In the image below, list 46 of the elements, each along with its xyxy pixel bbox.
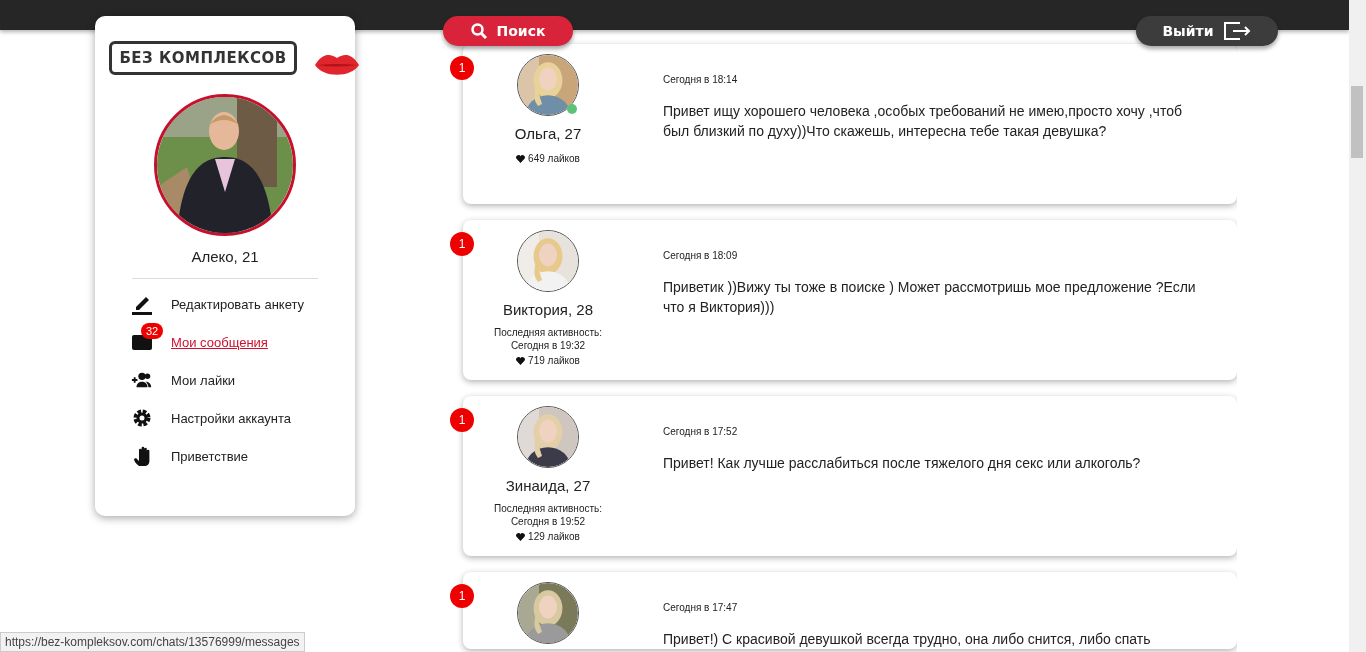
activity-time: Сегодня в 19:32 bbox=[510, 339, 586, 352]
unread-badge: 1 bbox=[450, 56, 474, 80]
settings-icon bbox=[132, 408, 152, 428]
search-button[interactable]: Поиск bbox=[443, 16, 573, 46]
heart-icon bbox=[516, 356, 526, 365]
scrollbar-thumb[interactable] bbox=[1351, 86, 1363, 158]
menu-item[interactable]: Приветствие bbox=[131, 437, 305, 475]
unread-badge: 1 bbox=[450, 408, 474, 432]
chat-card[interactable]: Зинаида, 27 Последняя активность: Сегодня в 19:52 129 лайков Сегодня в 17:52 Привет! Как лучше расслабиться после тяжелого дня секс или алкоголь? bbox=[463, 396, 1237, 556]
message-time: Сегодня в 17:52 bbox=[663, 426, 739, 437]
likes-count: 129 лайков bbox=[528, 530, 580, 543]
logout-button[interactable]: Выйти bbox=[1136, 16, 1278, 46]
menu-item[interactable]: Настройки аккаунта bbox=[131, 399, 305, 437]
message-time: Сегодня в 18:09 bbox=[663, 250, 739, 261]
menu-item[interactable]: Мои лайки bbox=[131, 361, 305, 399]
message-time: Сегодня в 18:14 bbox=[663, 74, 739, 85]
unread-badge: 1 bbox=[450, 584, 474, 608]
logo[interactable]: БЕЗ КОМПЛЕКСОВ bbox=[109, 41, 297, 75]
status-url: https://bez-kompleksov.com/chats/13576999/messages bbox=[0, 632, 305, 652]
menu-item[interactable]: 32 Мои сообщения bbox=[131, 323, 305, 361]
message-text: Привет! Как лучше расслабиться после тяжелого дня секс или алкоголь? bbox=[663, 454, 1142, 473]
hand-icon bbox=[132, 445, 152, 467]
heart-icon bbox=[516, 154, 526, 163]
message-text: Приветик ))Вижу ты тоже в поиске ) Может рассмотришь мое предложение ?Если что я Виктория))) bbox=[663, 278, 1197, 317]
scrollbar[interactable] bbox=[1349, 0, 1366, 652]
profile-name: Алеко, 21 bbox=[191, 248, 259, 265]
unread-badge: 1 bbox=[450, 232, 474, 256]
user-name[interactable]: Ольга, 27 bbox=[514, 125, 582, 142]
search-icon bbox=[470, 23, 487, 39]
user-name[interactable]: Виктория, 28 bbox=[503, 301, 593, 318]
activity-label: Последняя активность: bbox=[493, 326, 603, 339]
chat-card[interactable]: Виктория, 28 Последняя активность: Сегодня в 19:32 719 лайков Сегодня в 18:09 Приветик ))Вижу ты тоже в поиске ) Может рассмотришь мое предложение ?Если что я Виктория))) bbox=[463, 220, 1237, 380]
activity-label: Последняя активность: bbox=[493, 502, 603, 515]
chat-card[interactable]: Ольга, 27 649 лайков Сегодня в 18:14 Привет ищу хорошего человека ,особых требований не имею,просто хочу ,чтоб был близкий по духу))Что скажешь, интересна тебе такая девушка? bbox=[463, 44, 1237, 204]
exit-icon bbox=[1223, 22, 1252, 40]
user-name[interactable]: Зинаида, 27 bbox=[505, 477, 591, 494]
activity-time: Сегодня в 19:52 bbox=[510, 515, 586, 528]
heart-icon bbox=[516, 532, 526, 541]
message-text: Привет!) С красивой девушкой всегда трудно, она либо снится, либо спать bbox=[663, 630, 1152, 649]
likes-count: 649 лайков bbox=[528, 152, 580, 165]
message-text: Привет ищу хорошего человека ,особых требований не имею,просто хочу ,чтоб был близкий по духу))Что скажешь, интересна тебе такая девушка? bbox=[663, 102, 1183, 141]
likes-count: 719 лайков bbox=[528, 354, 580, 367]
message-time: Сегодня в 17:47 bbox=[663, 602, 739, 613]
count-badge: 32 bbox=[141, 323, 164, 339]
menu-item[interactable]: Редактировать анкету bbox=[131, 285, 305, 323]
chat-card[interactable]: Сегодня в 17:47 Привет!) С красивой девушкой всегда трудно, она либо снится, либо спать bbox=[463, 572, 1237, 649]
